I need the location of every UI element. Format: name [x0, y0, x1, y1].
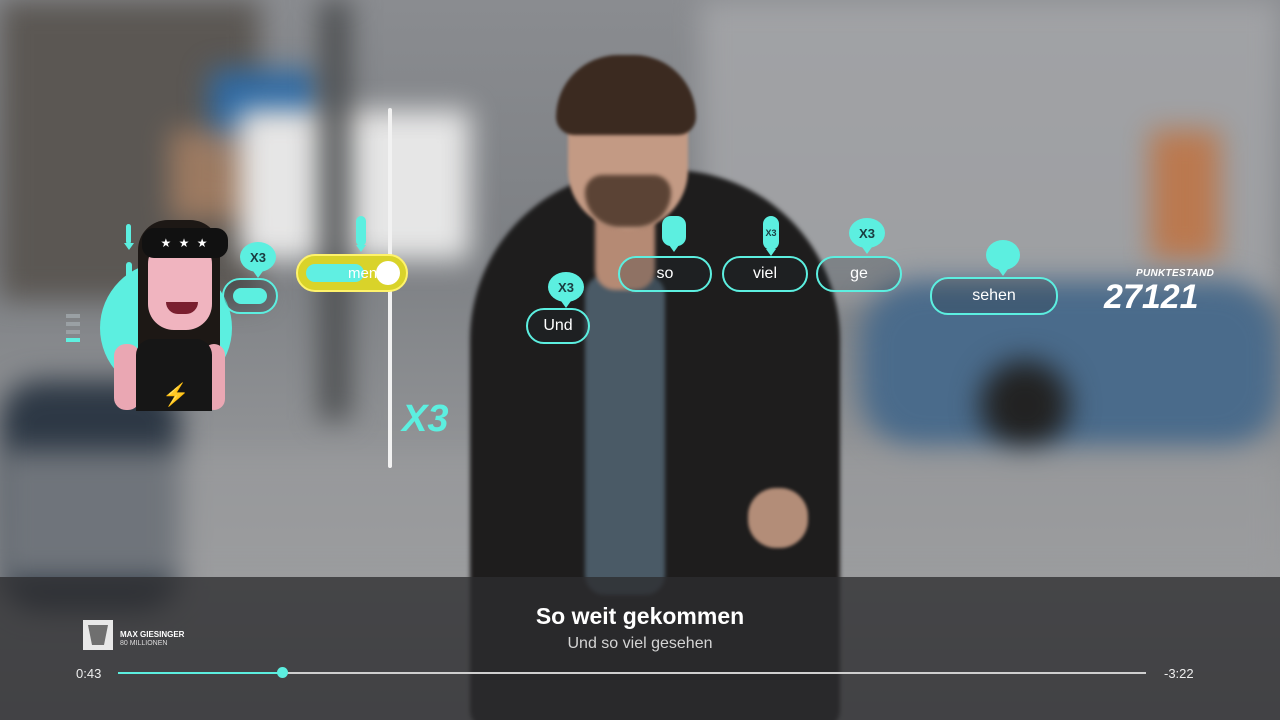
active-note-text: men: [348, 265, 378, 282]
elapsed-time: 0:43: [76, 666, 102, 681]
score-value: 27121: [1104, 278, 1199, 316]
lightning-icon: ⚡: [162, 382, 190, 407]
note-bubble-thin: [123, 224, 134, 250]
lyric-note: viel: [722, 256, 808, 292]
lyric-note: Und: [526, 308, 590, 344]
avatar-multiplier-bubble: X3: [240, 242, 276, 278]
note-multiplier-bubble: X3: [849, 218, 885, 254]
past-note: [222, 278, 278, 314]
note-multiplier-bubble: X3: [763, 216, 779, 256]
current-lyric-line: So weit gekommen: [535, 603, 745, 629]
song-title: 80 MILLIONEN: [120, 640, 168, 647]
note-bubble: [986, 240, 1020, 276]
album-cover: [83, 620, 113, 650]
note-bubble-thin: [124, 262, 134, 288]
active-note: men: [296, 254, 408, 292]
lyric-note: so: [618, 256, 712, 292]
lyric-note: ge: [816, 256, 902, 292]
combo-multiplier: X3: [402, 398, 449, 440]
pitch-cursor: [376, 261, 400, 285]
note-bubble: [662, 216, 686, 252]
lyric-note: sehen: [930, 277, 1058, 315]
pitch-level-meter: [66, 314, 80, 346]
remaining-time: -3:22: [1164, 666, 1194, 681]
next-lyric-line: Und so viel gesehen: [567, 635, 713, 652]
song-progress-track: [118, 667, 1146, 678]
note-bubble-thin: [356, 216, 366, 252]
artist-name: MAX GIESINGER: [120, 630, 185, 639]
note-multiplier-bubble: X3: [548, 272, 584, 308]
song-progress-fill: [118, 672, 283, 674]
